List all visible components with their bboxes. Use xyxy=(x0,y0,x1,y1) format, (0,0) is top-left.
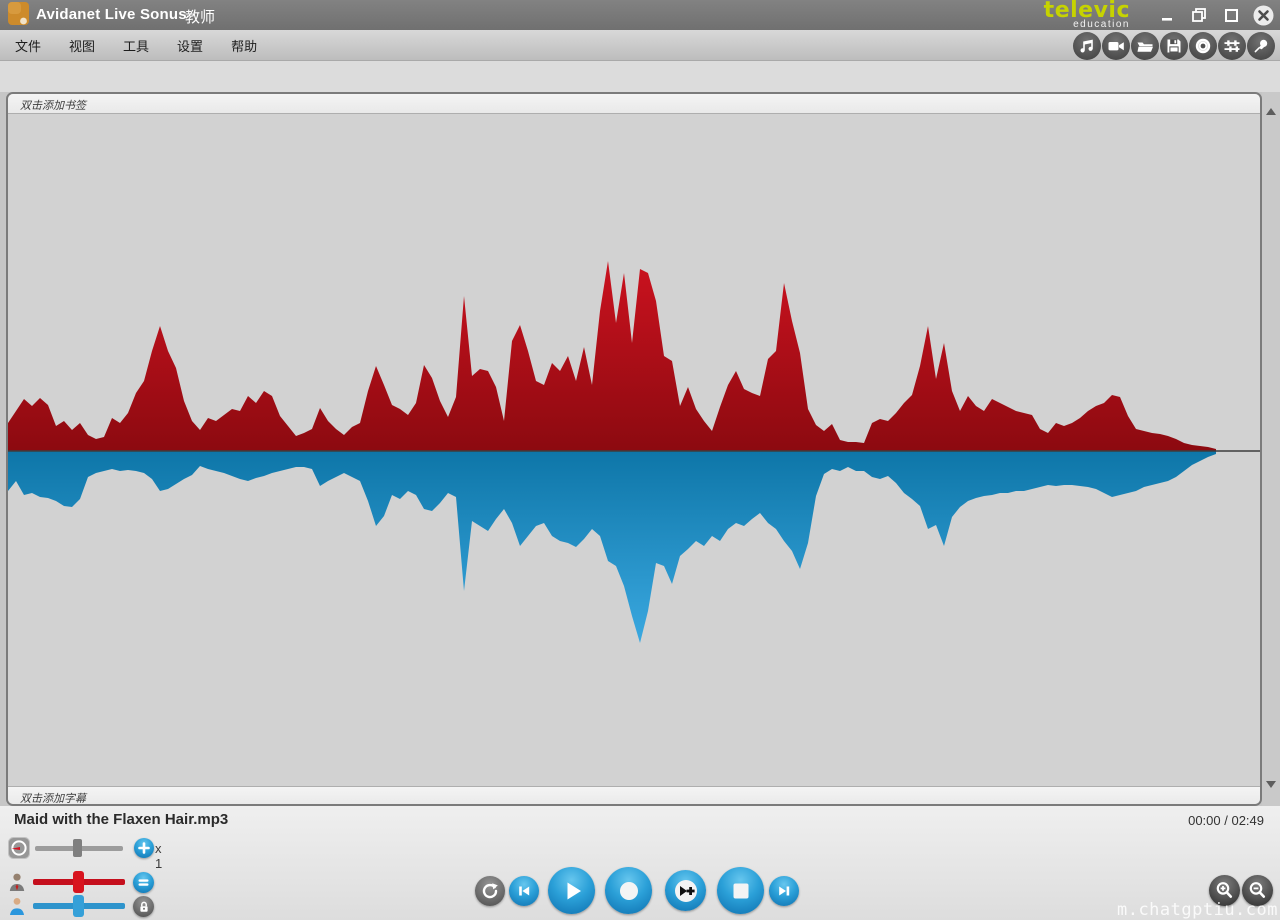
waveform-graphic xyxy=(8,114,1260,786)
teacher-avatar-icon xyxy=(8,872,26,892)
record-icon xyxy=(616,878,642,904)
menu-bar: 文件 视图 工具 设置 帮助 xyxy=(0,30,1280,61)
subtitle-hint-label: 双击添加字幕 xyxy=(20,790,86,806)
teacher-volume-slider[interactable] xyxy=(33,870,128,894)
skip-start-icon xyxy=(515,882,533,900)
waveform-panel: 双击添加书签 双击添加字幕 xyxy=(6,92,1262,806)
title-bar: Avidanet Live Sonus 教师 televic education xyxy=(0,0,1280,30)
stop-icon xyxy=(728,878,754,904)
lock-button[interactable] xyxy=(133,896,154,917)
skip-start-button[interactable] xyxy=(509,876,539,906)
speed-slider[interactable] xyxy=(35,837,131,859)
video-camera-icon xyxy=(1107,37,1125,55)
save-icon xyxy=(1165,37,1183,55)
disc-icon xyxy=(1194,37,1212,55)
save-button[interactable] xyxy=(1160,32,1188,60)
zoom-out-icon xyxy=(1247,880,1268,901)
waveform-display[interactable] xyxy=(8,114,1260,786)
menu-item-file[interactable]: 文件 xyxy=(12,34,44,57)
side-gutter xyxy=(1262,92,1280,806)
menu-item-tools[interactable]: 工具 xyxy=(120,34,152,57)
skip-end-icon xyxy=(775,882,793,900)
stop-button[interactable] xyxy=(717,867,764,914)
bookmark-hint-label: 双击添加书签 xyxy=(20,97,86,113)
restart-icon xyxy=(480,881,500,901)
student-volume-slider[interactable] xyxy=(33,894,128,918)
open-file-button[interactable] xyxy=(1131,32,1159,60)
pin-icon xyxy=(1252,37,1270,55)
equals-icon xyxy=(137,876,150,889)
plus-icon xyxy=(138,842,150,854)
control-bar: Maid with the Flaxen Hair.mp3 00:00 / 02… xyxy=(0,806,1280,920)
close-button[interactable] xyxy=(1252,4,1274,26)
scroll-up-icon[interactable] xyxy=(1266,108,1276,115)
speed-increase-button[interactable] xyxy=(134,838,154,858)
balance-equal-button[interactable] xyxy=(133,872,154,893)
mixer-sliders-icon xyxy=(1223,37,1241,55)
restore-icon xyxy=(1191,7,1207,23)
scroll-down-icon[interactable] xyxy=(1266,781,1276,788)
open-folder-icon xyxy=(1136,37,1154,55)
student-volume-row xyxy=(8,894,158,918)
music-note-button[interactable] xyxy=(1073,32,1101,60)
play-plus-icon xyxy=(673,878,699,904)
speed-value-label: x 1 xyxy=(155,841,162,871)
student-avatar-icon xyxy=(8,896,26,916)
record-button[interactable] xyxy=(605,867,652,914)
zoom-in-icon xyxy=(1214,880,1235,901)
teacher-volume-row xyxy=(8,870,158,894)
mixer-button[interactable] xyxy=(1218,32,1246,60)
teacher-volume-handle[interactable] xyxy=(73,871,84,893)
menu-items: 文件 视图 工具 设置 帮助 xyxy=(12,30,260,61)
play-icon xyxy=(559,878,585,904)
maximize-button[interactable] xyxy=(1220,4,1242,26)
disc-button[interactable] xyxy=(1189,32,1217,60)
brand-logo: televic education xyxy=(1044,0,1130,30)
insert-button[interactable] xyxy=(665,870,706,911)
pin-button[interactable] xyxy=(1247,32,1275,60)
bookmark-track[interactable]: 双击添加书签 xyxy=(8,94,1260,114)
maximize-icon xyxy=(1224,8,1239,23)
minimize-button[interactable] xyxy=(1156,4,1178,26)
menu-item-settings[interactable]: 设置 xyxy=(174,34,206,57)
restore-button[interactable] xyxy=(1188,4,1210,26)
close-icon xyxy=(1253,5,1274,26)
lock-icon xyxy=(137,900,151,914)
play-button[interactable] xyxy=(548,867,595,914)
app-role-label: 教师 xyxy=(185,6,215,27)
file-name: Maid with the Flaxen Hair.mp3 xyxy=(14,811,228,828)
app-logo-icon xyxy=(8,2,29,26)
minimize-icon xyxy=(1160,8,1174,22)
video-camera-button[interactable] xyxy=(1102,32,1130,60)
time-display: 00:00 / 02:49 xyxy=(1188,813,1264,828)
speed-slider-handle[interactable] xyxy=(73,839,82,857)
restart-button[interactable] xyxy=(475,876,505,906)
app-window: Avidanet Live Sonus 教师 televic education xyxy=(0,0,1280,920)
music-note-icon xyxy=(1078,37,1096,55)
toolbar xyxy=(1073,31,1275,61)
student-volume-handle[interactable] xyxy=(73,895,84,917)
app-title: Avidanet Live Sonus xyxy=(36,6,187,23)
menu-item-view[interactable]: 视图 xyxy=(66,34,98,57)
subtitle-track[interactable]: 双击添加字幕 xyxy=(8,786,1260,806)
watermark-text: m.chatgptiu.com xyxy=(1117,900,1278,920)
spacer-strip xyxy=(0,61,1280,92)
skip-end-button[interactable] xyxy=(769,876,799,906)
window-controls xyxy=(1156,0,1274,30)
speedometer-icon xyxy=(8,837,30,859)
menu-item-help[interactable]: 帮助 xyxy=(228,34,260,57)
